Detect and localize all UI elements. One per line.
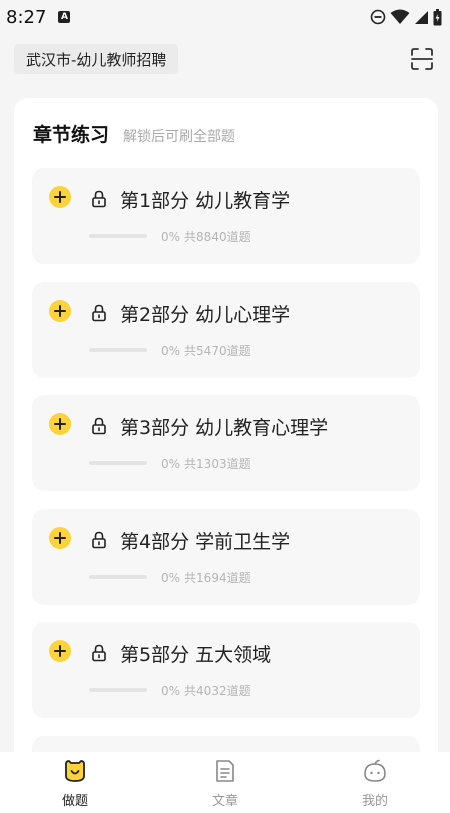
chapter-item-3[interactable]: 第3部分 幼儿教育心理学 0% 共1303道题 xyxy=(32,395,420,491)
section-title: 章节练习 xyxy=(33,124,110,146)
status-time: 8:27 xyxy=(6,6,47,28)
chapter-list: 第1部分 幼儿教育学 0% 共8840道题 第2部分 幼儿心理学 0% 共5470道… xyxy=(32,168,420,758)
progress-bar xyxy=(89,461,147,465)
question-count: 共1303道题 xyxy=(184,457,251,471)
chapter-title: 第2部分 幼儿心理学 xyxy=(120,303,291,326)
chapter-practice-card: 章节练习 解锁后可刷全部题 第1部分 幼儿教育学 0% 共8840道题 第2部分… xyxy=(14,98,438,758)
lock-icon xyxy=(92,190,106,208)
location-selector[interactable]: 武汉市-幼儿教师招聘 xyxy=(14,44,179,74)
progress-percent: 0% xyxy=(161,230,181,244)
chapter-title: 第5部分 五大领域 xyxy=(120,644,272,666)
signal-icon xyxy=(415,11,428,24)
chapter-stats: 0% 共1694道题 xyxy=(161,569,251,586)
status-right xyxy=(370,8,442,26)
chapter-stats: 0% 共5470道题 xyxy=(161,342,251,359)
question-count: 共4032道题 xyxy=(184,684,251,698)
progress-bar xyxy=(89,347,147,352)
chapter-stats: 0% 共1303道题 xyxy=(161,455,251,472)
chapter-item-4[interactable]: 第4部分 学前卫生学 0% 共1694道题 xyxy=(32,508,420,605)
article-icon xyxy=(216,760,234,782)
chapter-item-1[interactable]: 第1部分 幼儿教育学 0% 共8840道题 xyxy=(32,168,420,264)
expand-plus-icon[interactable] xyxy=(49,640,71,662)
nav-label: 文章 xyxy=(211,794,238,809)
question-count: 共8840道题 xyxy=(184,230,251,244)
battery-icon xyxy=(433,8,442,25)
expand-plus-icon[interactable] xyxy=(49,526,71,549)
lock-icon xyxy=(92,417,106,435)
top-header: 武汉市-幼儿教师招聘 xyxy=(0,34,450,84)
progress-percent: 0% xyxy=(161,457,181,471)
do-not-disturb-icon xyxy=(370,9,386,25)
question-count: 共1694道题 xyxy=(184,570,251,585)
nav-practice[interactable]: 做题 xyxy=(25,758,125,809)
section-header: 章节练习 解锁后可刷全部题 xyxy=(33,120,235,147)
chapter-stats: 0% 共4032道题 xyxy=(161,682,251,699)
chapter-item-5[interactable]: 第5部分 五大领域 0% 共4032道题 xyxy=(32,622,420,718)
nav-label: 我的 xyxy=(361,794,388,809)
practice-icon xyxy=(65,760,85,782)
progress-percent: 0% xyxy=(161,684,181,698)
expand-plus-icon[interactable] xyxy=(49,413,71,435)
progress-bar xyxy=(89,688,147,692)
profile-icon xyxy=(364,759,386,782)
expand-plus-icon[interactable] xyxy=(49,186,71,208)
nav-profile[interactable]: 我的 xyxy=(325,758,425,809)
app-root: 8:27 A 武汉市-幼儿教师招聘 章节练习 解锁后可刷全部题 第1部分 幼儿教… xyxy=(0,0,450,813)
wifi-icon xyxy=(390,9,410,24)
progress-bar xyxy=(89,574,147,579)
section-subtitle: 解锁后可刷全部题 xyxy=(123,129,236,145)
status-left: 8:27 A xyxy=(6,6,71,28)
chapter-stats: 0% 共8840道题 xyxy=(161,228,251,245)
status-bar: 8:27 A xyxy=(0,0,450,34)
chapter-title: 第1部分 幼儿教育学 xyxy=(120,190,291,212)
scan-icon xyxy=(411,48,433,70)
nav-articles[interactable]: 文章 xyxy=(175,758,275,809)
nav-label: 做题 xyxy=(61,794,88,809)
question-count: 共5470道题 xyxy=(184,343,251,358)
expand-plus-icon[interactable] xyxy=(49,299,71,322)
chapter-title: 第4部分 学前卫生学 xyxy=(120,530,291,553)
chapter-title: 第3部分 幼儿教育心理学 xyxy=(120,417,329,439)
bottom-nav: 做题 文章 我的 xyxy=(0,752,450,813)
scan-button[interactable] xyxy=(408,45,436,73)
progress-bar xyxy=(89,234,147,238)
notification-a-icon: A xyxy=(58,11,71,23)
chapter-item-2[interactable]: 第2部分 幼儿心理学 0% 共5470道题 xyxy=(32,281,420,378)
progress-percent: 0% xyxy=(161,343,181,358)
location-label: 武汉市-幼儿教师招聘 xyxy=(26,50,167,69)
lock-icon xyxy=(92,531,106,548)
lock-icon xyxy=(92,644,106,662)
progress-percent: 0% xyxy=(161,570,181,585)
lock-icon xyxy=(92,304,106,321)
